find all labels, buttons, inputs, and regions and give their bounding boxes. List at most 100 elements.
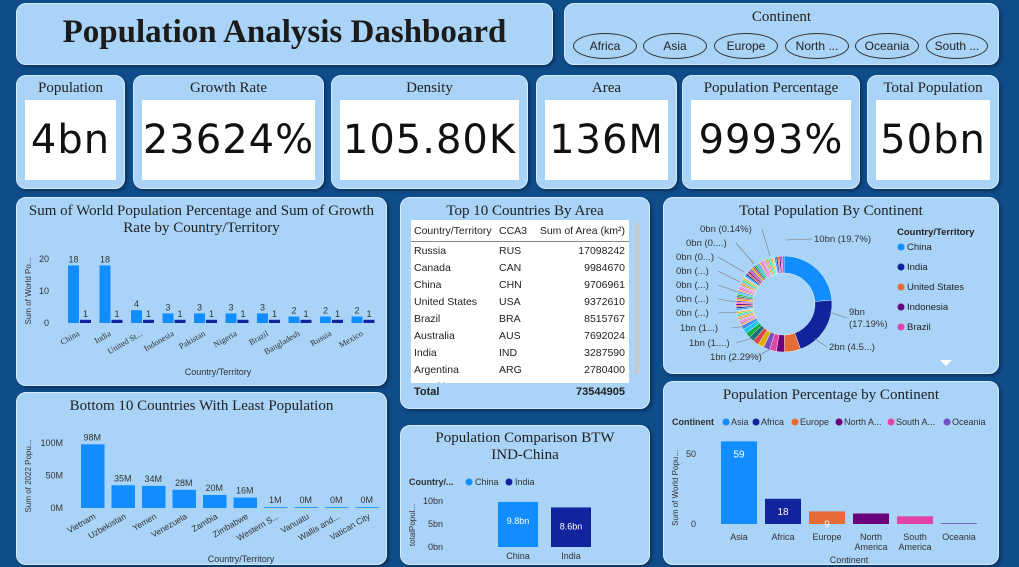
bar: [941, 523, 977, 524]
table-cell: Argentina: [414, 363, 459, 376]
table-cell: India: [414, 346, 437, 359]
table-cell: 2780400: [584, 363, 625, 376]
legend-marker: [887, 418, 895, 426]
table-cell: AUS: [499, 329, 521, 342]
table-cell: 9372610: [584, 295, 625, 308]
column-header[interactable]: Sum of Area (km²): [535, 225, 629, 237]
bar-pop-pct: [225, 313, 237, 323]
continent-chip-asia[interactable]: Asia: [643, 33, 707, 59]
table-cell: KAZ: [499, 381, 535, 384]
legend-marker: [897, 303, 905, 311]
table-row[interactable]: China CHN 9706961: [411, 276, 629, 293]
table-cell: 9984670: [584, 261, 625, 274]
kpi-total-population: Total Population 50bn: [867, 75, 999, 189]
legend-label: South A...: [896, 417, 935, 427]
data-label: 1: [240, 309, 245, 319]
x-tick-label: Asia: [730, 532, 748, 542]
table-row[interactable]: Russia RUS 17098242: [411, 242, 629, 259]
continent-chip-oceania[interactable]: Oceania: [855, 33, 919, 59]
data-label: 4: [134, 299, 139, 309]
legend-label: United States: [907, 282, 964, 293]
table-row[interactable]: KazakhstanKAZ2724900: [411, 378, 629, 384]
x-tick-label: United St...: [105, 328, 144, 356]
y-tick-label: 50M: [45, 471, 63, 481]
bar-growth-rate: [269, 319, 280, 323]
leader-line: [717, 298, 737, 303]
kpi-label: Population: [37, 80, 103, 96]
table-row[interactable]: Canada CAN 9984670: [411, 259, 629, 276]
table-scrollbar[interactable]: [635, 223, 639, 375]
leader-line: [761, 228, 771, 257]
continent-chip-north-america[interactable]: North ...: [785, 33, 849, 59]
y-tick-label: 50: [686, 449, 696, 459]
table-cell: Russia: [414, 244, 447, 257]
x-tick-label: America: [854, 542, 887, 552]
x-tick-label: Europe: [812, 532, 841, 542]
continent-chip-europe[interactable]: Europe: [714, 33, 778, 59]
leader-line: [717, 270, 741, 283]
leader-line: [735, 242, 755, 265]
table-cell: 8515767: [584, 312, 625, 325]
legend-label: India: [907, 262, 928, 273]
table-cell: Australia: [414, 329, 455, 342]
bar: [853, 513, 889, 524]
table-cell: USA: [499, 295, 521, 308]
table-row[interactable]: Australia AUS 7692024: [411, 327, 629, 344]
table-cell: RUS: [499, 244, 522, 257]
kpi-area: Area 136M: [536, 75, 677, 189]
y-tick-label: 10bn: [423, 496, 443, 506]
ind-china-chart-panel: Population Comparison BTW IND-China Coun…: [400, 425, 650, 565]
donut-slice: [783, 255, 833, 302]
continent-chip-south-america[interactable]: South ...: [926, 33, 988, 59]
bar-pop-pct: [351, 316, 363, 323]
legend-label: China: [475, 477, 499, 487]
kpi-value: 50bn: [876, 100, 990, 180]
kpi-label: Total Population: [883, 80, 983, 96]
table-header: Country/Territory CCA3 Sum of Area (km²): [411, 220, 629, 242]
bar-pop-pct: [99, 265, 111, 323]
leader-line: [717, 311, 739, 314]
table-row[interactable]: Brazil BRA 8515767: [411, 310, 629, 327]
table-cell: 2724900: [535, 381, 629, 384]
table-row[interactable]: Argentina ARG 2780400: [411, 361, 629, 378]
column-header[interactable]: CCA3: [499, 225, 535, 237]
leader-line: [717, 284, 739, 293]
bar: [203, 495, 227, 508]
table-row[interactable]: United States USA 9372610: [411, 293, 629, 310]
world-pop-growth-chart: Sum of World Po... 01020 181China181India4…: [24, 254, 375, 377]
data-label: 2: [354, 306, 359, 316]
bar-growth-rate: [237, 319, 249, 323]
table-cell: IND: [499, 346, 518, 359]
continent-chip-africa[interactable]: Africa: [573, 33, 637, 59]
pop-by-continent-panel: Total Population By Continent 10bn (19.7…: [663, 197, 999, 374]
data-label: 3: [165, 302, 170, 312]
slice-label: 2bn (4.5...): [829, 342, 875, 353]
slice-label: 9bn: [849, 307, 865, 318]
kpi-population: Population 4bn: [16, 75, 125, 189]
data-label: 98M: [83, 432, 101, 442]
table-cell: Canada: [414, 261, 451, 274]
column-header[interactable]: Country/Territory: [411, 225, 499, 237]
data-label: 1: [83, 309, 88, 319]
data-label: 0M: [299, 495, 312, 505]
slice-label: 0bn (...): [676, 308, 709, 319]
table-cell: 9706961: [584, 278, 625, 291]
bar: [294, 507, 318, 508]
chart-title: Population Percentage by Continent: [722, 387, 940, 403]
legend-marker: [752, 418, 760, 426]
y-tick-label: 10: [39, 286, 49, 296]
y-axis-label: Sum of 2022 Popu...: [24, 440, 33, 513]
legend-scroll-down-icon[interactable]: [940, 360, 952, 366]
y-axis-label: totalPopul...: [408, 504, 417, 546]
data-label: 18: [100, 254, 110, 264]
legend-label: Europe: [800, 417, 829, 427]
data-label: 3: [197, 302, 202, 312]
data-label: 9: [824, 519, 830, 530]
table-row[interactable]: India IND 3287590: [411, 344, 629, 361]
x-tick-label: South: [903, 532, 927, 542]
legend-label: Oceania: [952, 417, 986, 427]
y-tick-label: 0: [44, 318, 49, 328]
table-cell: 17098242: [578, 244, 625, 257]
top10-area-table[interactable]: Country/Territory CCA3 Sum of Area (km²)…: [411, 220, 629, 383]
top10-area-table-panel: Top 10 Countries By Area Country/Territo…: [400, 197, 650, 409]
